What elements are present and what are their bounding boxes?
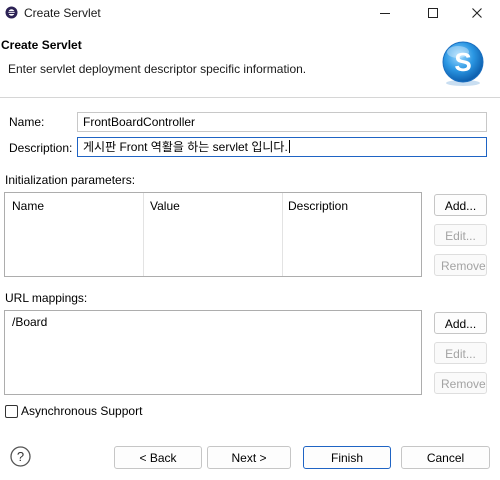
maximize-icon (428, 8, 438, 18)
init-params-add-button[interactable]: Add... (434, 194, 487, 216)
minimize-icon (380, 13, 390, 14)
finish-button[interactable]: Finish (303, 446, 391, 469)
url-mappings-remove-button[interactable]: Remove (434, 372, 487, 394)
list-item[interactable]: /Board (12, 315, 47, 329)
async-support-checkbox[interactable] (5, 405, 18, 418)
url-mappings-edit-button[interactable]: Edit... (434, 342, 487, 364)
minimize-button[interactable] (362, 0, 408, 26)
column-header-name[interactable]: Name (12, 199, 44, 213)
window-title: Create Servlet (24, 6, 101, 20)
help-icon[interactable]: ? (10, 446, 31, 467)
column-header-description[interactable]: Description (288, 199, 348, 213)
init-params-edit-button[interactable]: Edit... (434, 224, 487, 246)
close-icon (472, 8, 482, 18)
description-field-value: 게시판 Front 역활을 하는 servlet 입니다. (83, 140, 288, 154)
init-params-label: Initialization parameters: (5, 173, 136, 187)
svg-text:?: ? (17, 449, 24, 464)
url-mappings-label: URL mappings: (5, 291, 88, 305)
name-field-value: FrontBoardController (83, 115, 196, 129)
url-mappings-list[interactable] (4, 310, 422, 395)
text-caret (288, 140, 290, 153)
eclipse-app-icon (5, 6, 18, 19)
svg-text:S: S (454, 47, 471, 77)
servlet-logo-icon: S (442, 41, 484, 86)
wizard-page-title: Create Servlet (1, 38, 82, 52)
init-params-table[interactable] (4, 192, 422, 277)
url-mappings-add-button[interactable]: Add... (434, 312, 487, 334)
name-field[interactable]: FrontBoardController (77, 112, 487, 132)
next-button[interactable]: Next > (207, 446, 291, 469)
column-divider (143, 193, 144, 276)
init-params-remove-button[interactable]: Remove (434, 254, 487, 276)
description-field[interactable]: 게시판 Front 역활을 하는 servlet 입니다. (77, 137, 487, 157)
back-button[interactable]: < Back (114, 446, 202, 469)
async-support-label[interactable]: Asynchronous Support (21, 404, 142, 418)
wizard-page-description: Enter servlet deployment descriptor spec… (8, 62, 307, 76)
description-label: Description: (9, 141, 73, 155)
column-divider (282, 193, 283, 276)
close-button[interactable] (454, 0, 500, 26)
cancel-button[interactable]: Cancel (401, 446, 490, 469)
name-label: Name: (9, 115, 45, 129)
maximize-button[interactable] (410, 0, 456, 26)
column-header-value[interactable]: Value (150, 199, 180, 213)
